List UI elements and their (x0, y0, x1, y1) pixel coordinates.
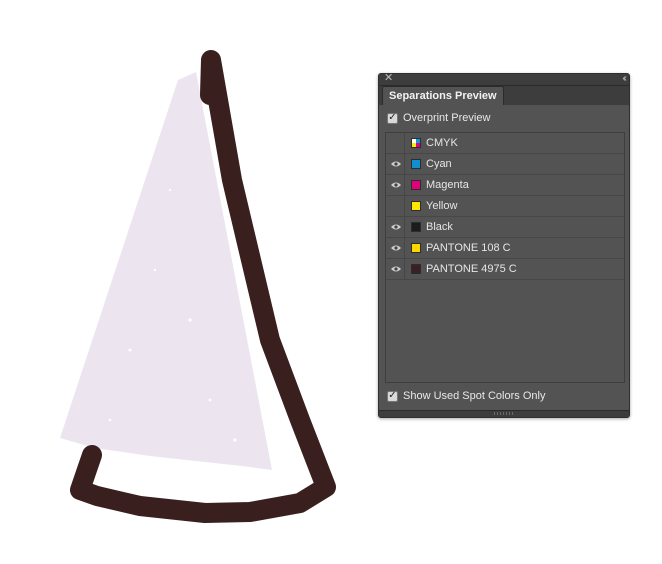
speck (128, 348, 132, 352)
separation-row[interactable]: Magenta (386, 175, 624, 196)
show-used-spot-option[interactable]: ✓ Show Used Spot Colors Only (387, 389, 545, 403)
separation-row[interactable]: Yellow (386, 196, 624, 217)
separation-row[interactable]: Cyan (386, 154, 624, 175)
separation-row[interactable]: CMYK (386, 133, 624, 154)
panel-tab-row: Separations Preview (379, 86, 629, 105)
show-used-spot-checkbox[interactable]: ✓ (387, 390, 398, 402)
separation-name: CMYK (426, 137, 458, 149)
overprint-preview-label: Overprint Preview (403, 112, 491, 124)
speck (208, 398, 212, 402)
eye-icon[interactable] (387, 259, 405, 279)
eye-hidden-icon[interactable] (387, 133, 405, 153)
separation-name: Yellow (426, 200, 458, 212)
speck (233, 438, 237, 442)
separation-name: Magenta (426, 179, 469, 191)
show-used-spot-label: Show Used Spot Colors Only (403, 390, 546, 402)
resize-grip-icon[interactable] (494, 412, 514, 415)
color-swatch (411, 138, 421, 148)
eye-hidden-icon[interactable] (387, 196, 405, 216)
cone-fill-shape (60, 72, 272, 470)
speck (188, 318, 192, 322)
separation-name: Black (426, 221, 453, 233)
separation-row[interactable]: PANTONE 108 C (386, 238, 624, 259)
speck (108, 418, 112, 422)
collapse-panel-icon[interactable]: ‹‹ (622, 72, 626, 85)
color-swatch (411, 201, 421, 211)
tab-separations-preview[interactable]: Separations Preview (382, 86, 504, 105)
panel-title-bar[interactable]: ✕ ‹‹ (379, 72, 629, 86)
eye-icon[interactable] (387, 175, 405, 195)
eye-icon[interactable] (387, 238, 405, 258)
separation-name: PANTONE 108 C (426, 242, 511, 254)
separation-name: PANTONE 4975 C (426, 263, 517, 275)
color-swatch (411, 243, 421, 253)
separations-preview-panel: ✕ ‹‹ Separations Preview ✓ Overprint Pre… (378, 72, 630, 418)
panel-resize-bar[interactable] (379, 410, 629, 417)
separation-name: Cyan (426, 158, 452, 170)
separation-row[interactable]: PANTONE 4975 C (386, 259, 624, 280)
overprint-preview-option[interactable]: ✓ Overprint Preview (387, 111, 490, 125)
speck (153, 268, 157, 272)
overprint-preview-checkbox[interactable]: ✓ (387, 112, 398, 124)
separation-row[interactable]: Black (386, 217, 624, 238)
color-swatch (411, 159, 421, 169)
color-swatch (411, 222, 421, 232)
color-swatch (411, 264, 421, 274)
eye-icon[interactable] (387, 217, 405, 237)
separations-list: CMYK Cyan Magenta Yellow Black PANTONE 108 C P… (385, 132, 625, 383)
close-icon[interactable]: ✕ (384, 72, 393, 85)
color-swatch (411, 180, 421, 190)
eye-icon[interactable] (387, 154, 405, 174)
speck (168, 188, 172, 192)
